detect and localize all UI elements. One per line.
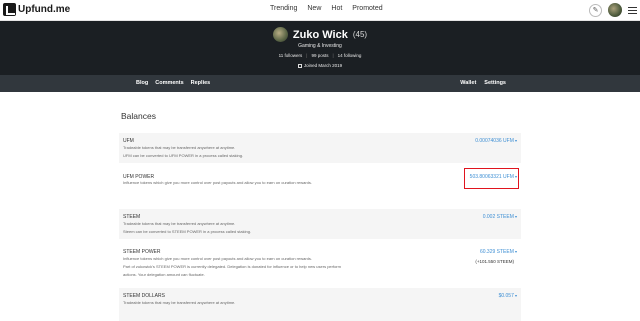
stats-divider: | xyxy=(332,53,334,58)
balance-desc: Influence tokens which give you more con… xyxy=(123,180,312,185)
profile-header: Zuko Wick (45) Gaming & Investing 11 fol… xyxy=(0,21,640,75)
joined-date: Joined March 2019 xyxy=(303,63,343,68)
nav-promoted[interactable]: Promoted xyxy=(352,5,382,12)
tab-settings[interactable]: Settings xyxy=(484,80,506,86)
logo-icon xyxy=(3,3,16,16)
balance-value-dropdown[interactable]: $0.057 xyxy=(499,293,517,299)
subnav-right: Wallet Settings xyxy=(460,80,506,86)
balance-row-ufm: UFM Tradeable tokens that may be transfe… xyxy=(119,133,521,163)
logo-text: Upfund.me xyxy=(18,4,71,15)
profile-stats: 11 followers | 99 posts | 14 following xyxy=(0,53,640,58)
nav-new[interactable]: New xyxy=(307,5,321,12)
top-nav: Trending New Hot Promoted xyxy=(270,5,383,12)
site-logo[interactable]: Upfund.me xyxy=(3,3,70,16)
profile-reputation: (45) xyxy=(352,30,368,39)
balance-row-steem: STEEM Tradeable tokens that may be trans… xyxy=(119,209,521,239)
tab-comments[interactable]: Comments xyxy=(155,80,183,86)
profile-joined: Joined March 2019 xyxy=(0,63,640,68)
nav-hot[interactable]: Hot xyxy=(331,5,342,12)
user-avatar[interactable] xyxy=(608,3,622,17)
balance-row-steem-power: STEEM POWER Influence tokens which give … xyxy=(119,246,521,288)
balance-value-dropdown[interactable]: 0.002 STEEM xyxy=(483,214,517,220)
balance-row-ufm-power: UFM POWER Influence tokens which give yo… xyxy=(119,171,521,201)
stats-divider: | xyxy=(306,53,308,58)
top-bar: Upfund.me Trending New Hot Promoted ✎ xyxy=(0,0,640,21)
posts-count: 99 posts xyxy=(311,53,329,58)
profile-name: Zuko Wick xyxy=(292,28,348,41)
tab-replies[interactable]: Replies xyxy=(191,80,211,86)
profile-name-row: Zuko Wick (45) xyxy=(0,27,640,42)
profile-avatar xyxy=(272,27,288,42)
highlight-box xyxy=(464,168,519,189)
calendar-icon xyxy=(297,63,302,68)
hamburger-menu-icon[interactable] xyxy=(628,6,637,14)
profile-subnav: Blog Comments Replies Wallet Settings xyxy=(0,75,640,92)
balance-value-dropdown[interactable]: 60.329 STEEM xyxy=(480,249,517,255)
subnav-left: Blog Comments Replies xyxy=(136,80,210,86)
balance-desc: Tradeable tokens that may be transferred… xyxy=(123,300,236,305)
balance-row-steem-dollars: STEEM DOLLARS Tradeable tokens that may … xyxy=(119,288,521,321)
balance-desc: UFM can be converted to UFM POWER in a p… xyxy=(123,153,244,158)
balances-title: Balances xyxy=(121,111,156,121)
followers-count[interactable]: 11 followers xyxy=(279,53,303,58)
top-right-controls: ✎ xyxy=(589,3,637,17)
profile-about: Gaming & Investing xyxy=(298,43,342,49)
following-count[interactable]: 14 following xyxy=(338,53,362,58)
wallet-content: Balances UFM Tradeable tokens that may b… xyxy=(0,92,640,321)
tab-blog[interactable]: Blog xyxy=(136,80,148,86)
balance-desc: Steem can be converted to STEEM POWER in… xyxy=(123,229,252,234)
pencil-icon[interactable]: ✎ xyxy=(589,3,602,17)
balance-value-dropdown[interactable]: 0.00074036 UFM xyxy=(475,138,517,144)
tab-wallet[interactable]: Wallet xyxy=(460,80,476,86)
delegated-amount: (+101.550 STEEM) xyxy=(475,259,514,264)
nav-trending[interactable]: Trending xyxy=(270,5,297,12)
balance-desc: actions. Your delegation amount can fluc… xyxy=(123,272,205,277)
